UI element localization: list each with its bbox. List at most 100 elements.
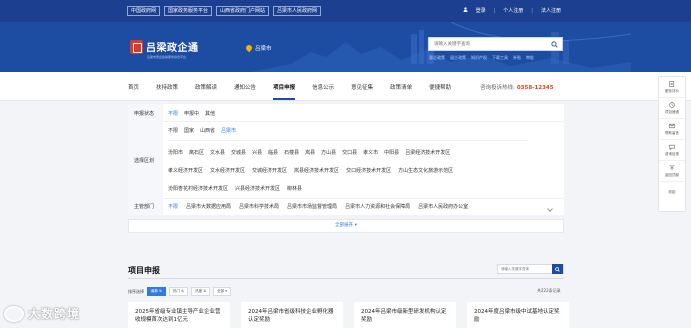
region-option[interactable]: 岚县经济技术开发区 xyxy=(294,167,339,174)
nav-item-policy-interpretation[interactable]: 政策解读 xyxy=(195,83,217,91)
sort-option[interactable]: 最新 ⇅ xyxy=(147,287,167,296)
region-option[interactable]: 柳林县 xyxy=(287,185,302,192)
clock-icon xyxy=(669,101,675,108)
region-option[interactable]: 临县 xyxy=(268,149,278,156)
logo-icon xyxy=(130,39,143,54)
city-name: 吕梁市 xyxy=(255,46,272,52)
nav-item-opinion[interactable]: 意见征集 xyxy=(351,83,373,91)
region-option[interactable]: 孝义经济开发区 xyxy=(168,167,203,174)
hot-keyword[interactable]: 留企政策 xyxy=(450,55,466,61)
sort-option[interactable]: 热门 ⇅ xyxy=(169,287,189,296)
dept-option[interactable]: 吕梁市人民政府办公室 xyxy=(418,203,468,210)
city-selector[interactable]: 吕梁市 xyxy=(244,43,272,53)
sort-option-label: 热度 xyxy=(195,289,203,293)
expand-all-button[interactable]: 全部展开 ▾ xyxy=(128,219,564,233)
status-option[interactable]: 其他 xyxy=(205,110,215,117)
region-option[interactable]: 交口经济技术开发区 xyxy=(346,167,391,174)
region-level-option[interactable]: 山西省 xyxy=(200,127,215,134)
region-option[interactable]: 吕梁经济技术开发区 xyxy=(405,149,450,156)
total-count: 共222条记录 xyxy=(537,288,561,293)
gov-link[interactable]: 吕梁市人民政府网 xyxy=(273,6,322,16)
nav-item-public-info[interactable]: 信息公示 xyxy=(312,83,334,91)
sort-option[interactable]: 全部 ▾ xyxy=(213,287,232,296)
project-card[interactable]: 2025年省级专业镇主导产业企业营收规模首次达到1亿元 xyxy=(128,302,230,328)
nav-item-project-apply[interactable]: 项目申报 xyxy=(273,83,296,100)
dept-option[interactable]: 吕梁市市场监督管理局 xyxy=(287,203,337,210)
watermark-logo-icon xyxy=(4,305,24,322)
sort-option-label: 热门 xyxy=(173,289,181,293)
hot-keyword[interactable]: 下载工具 xyxy=(492,55,508,61)
region-option[interactable]: 孝义市 xyxy=(363,149,378,156)
project-search-button[interactable] xyxy=(552,264,563,274)
sort-option-label: 全部 xyxy=(217,289,225,293)
region-option[interactable]: 汾阳市 xyxy=(168,149,183,156)
nav-item-home[interactable]: 首页 xyxy=(128,83,139,91)
status-option[interactable]: 不限 xyxy=(168,110,178,117)
project-card[interactable]: 2024年吕梁市省级科技企业孵化器认定奖励 xyxy=(241,302,343,328)
region-option[interactable]: 石楼县 xyxy=(284,149,299,156)
hot-keywords: 惠企政策 留企政策 知识产权 下载工具 补贴 审批 xyxy=(429,55,534,61)
project-card[interactable]: 2024年度吕梁市级中试基地认定奖励 xyxy=(467,302,569,328)
status-option[interactable]: 申报中 xyxy=(184,110,199,117)
nav-item-support-policy[interactable]: 扶持政策 xyxy=(156,83,178,91)
tool-feedback[interactable]: 咨询反馈 xyxy=(659,140,685,161)
region-option[interactable]: 交城经济开发区 xyxy=(252,167,287,174)
search-icon xyxy=(550,40,558,48)
hot-keyword[interactable]: 惠企政策 xyxy=(429,55,445,61)
region-level-option[interactable]: 吕梁市 xyxy=(221,127,236,134)
nav-item-policy-list[interactable]: 政策清单 xyxy=(390,83,412,91)
sort-option[interactable]: 热度 ⇅ xyxy=(191,287,211,296)
gov-link[interactable]: 山西省政府门户网站 xyxy=(216,6,270,16)
search-input[interactable] xyxy=(429,38,546,50)
hot-keyword[interactable]: 补贴 xyxy=(513,55,521,61)
dept-option[interactable]: 吕梁市大数据应用局 xyxy=(186,203,231,210)
region-option[interactable]: 离石区 xyxy=(189,149,204,156)
search-button[interactable] xyxy=(546,38,562,50)
floating-toolbar: 服务评价 项目速递 帮助留言 咨询反馈 返回顶部 收起 xyxy=(658,76,686,212)
region-option[interactable]: 文水经济开发区 xyxy=(210,167,245,174)
nav-item-notices[interactable]: 通知公告 xyxy=(234,83,256,91)
region-level-option[interactable]: 国家 xyxy=(184,127,194,134)
region-option[interactable]: 方山生态文化旅游示范区 xyxy=(398,167,453,174)
watermark-text: 大数跨境 xyxy=(28,307,81,321)
chevron-down-icon[interactable] xyxy=(547,206,553,212)
tool-service-rating[interactable]: 服务评价 xyxy=(659,77,685,98)
region-option[interactable]: 交口县 xyxy=(342,149,357,156)
dept-option[interactable]: 不限 xyxy=(168,203,178,210)
project-search-input[interactable] xyxy=(498,267,552,271)
tool-label: 帮助留言 xyxy=(665,130,679,135)
edit-icon xyxy=(669,80,675,87)
region-option[interactable]: 中阳县 xyxy=(384,149,399,156)
login-link[interactable]: 登录 xyxy=(476,7,486,14)
region-option[interactable]: 兴县经济技术开发区 xyxy=(235,185,280,192)
tool-collapse[interactable]: 收起 xyxy=(659,182,685,203)
corp-register-link[interactable]: 法人注册 xyxy=(541,7,561,14)
region-option[interactable]: 汾阳杏花村经济技术开发区 xyxy=(168,185,228,192)
tool-back-to-top[interactable]: 返回顶部 xyxy=(659,161,685,182)
tool-help-message[interactable]: 帮助留言 xyxy=(659,119,685,140)
region-level-option[interactable]: 不限 xyxy=(168,127,178,134)
dept-option[interactable]: 吕梁市人力资源和社会保障局 xyxy=(345,203,410,210)
site-logo[interactable]: 吕梁政企通 xyxy=(130,39,199,54)
region-label: 选择区划 xyxy=(134,158,155,164)
personal-register-link[interactable]: 个人注册 xyxy=(503,7,523,14)
gov-link[interactable]: 中国政府网 xyxy=(127,6,161,16)
region-option[interactable]: 方山县 xyxy=(321,149,336,156)
gov-link[interactable]: 国家政务服务平台 xyxy=(164,6,213,16)
location-pin-icon xyxy=(244,43,254,53)
tool-label: 项目速递 xyxy=(665,109,679,114)
region-row-1: 汾阳市 离石区 文水县 交城县 兴县 临县 石楼县 岚县 方山县 交口县 孝义市… xyxy=(168,149,450,156)
tool-project-express[interactable]: 项目速递 xyxy=(659,98,685,119)
logo-subtitle: 吕梁市惠企政策服务综合平台 xyxy=(147,55,187,59)
hot-keyword[interactable]: 审批 xyxy=(526,55,534,61)
region-option[interactable]: 文水县 xyxy=(210,149,225,156)
message-icon xyxy=(669,123,675,129)
region-option[interactable]: 兴县 xyxy=(252,149,262,156)
region-option[interactable]: 岚县 xyxy=(305,149,315,156)
dept-option[interactable]: 吕梁市科学技术局 xyxy=(239,203,279,210)
nav-item-help[interactable]: 便捷帮助 xyxy=(429,83,451,91)
dept-options: 不限 吕梁市大数据应用局 吕梁市科学技术局 吕梁市市场监督管理局 吕梁市人力资源… xyxy=(168,203,468,210)
project-card[interactable]: 2024年吕梁市级新型研发机构认定奖励 xyxy=(354,302,456,328)
hot-keyword[interactable]: 知识产权 xyxy=(471,55,487,61)
region-option[interactable]: 交城县 xyxy=(231,149,246,156)
